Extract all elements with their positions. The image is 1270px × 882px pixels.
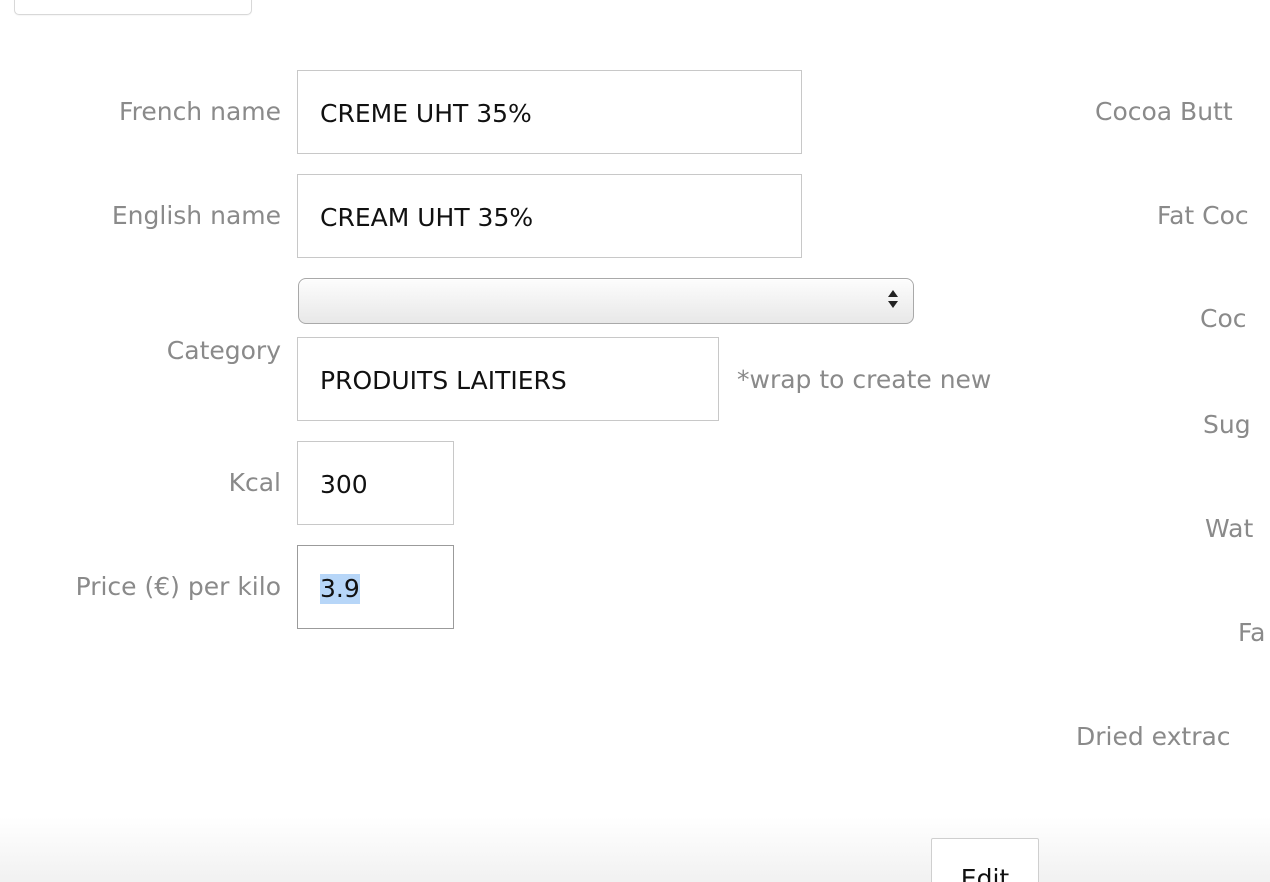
right-label-fat: Fa [1238,618,1266,647]
edit-button[interactable]: Edit [931,838,1039,882]
english-name-value: CREAM UHT 35% [320,203,534,232]
category-new-value: PRODUITS LAITIERS [320,366,567,395]
category-hint: *wrap to create new [737,365,992,394]
top-tab[interactable] [14,0,252,15]
english-name-input[interactable]: CREAM UHT 35% [297,174,802,258]
kcal-input[interactable]: 300 [297,441,454,525]
category-new-input[interactable]: PRODUITS LAITIERS [297,337,719,421]
kcal-value: 300 [320,470,368,499]
french-name-value: CREME UHT 35% [320,99,532,128]
right-label-cocoa: Coc [1200,304,1247,333]
english-name-label: English name [111,201,281,230]
french-name-input[interactable]: CREME UHT 35% [297,70,802,154]
kcal-label: Kcal [228,468,281,497]
bottom-action-bar [0,817,1270,882]
french-name-label: French name [119,97,281,126]
price-per-kilo-label: Price (€) per kilo [75,572,281,601]
category-select[interactable] [298,278,914,324]
right-label-water: Wat [1205,514,1254,543]
price-per-kilo-input[interactable]: 3.9 [297,545,454,629]
price-per-kilo-value: 3.9 [320,574,360,604]
ingredient-edit-page: French name CREME UHT 35% English name C… [0,0,1270,882]
right-label-cocoa-butter: Cocoa Butt [1095,97,1233,126]
right-label-dried-extract: Dried extrac [1076,722,1231,751]
right-label-sugar: Sug [1203,410,1251,439]
right-label-fat-cocoa: Fat Coc [1157,201,1249,230]
select-updown-icon [887,288,899,314]
category-label: Category [166,336,281,365]
